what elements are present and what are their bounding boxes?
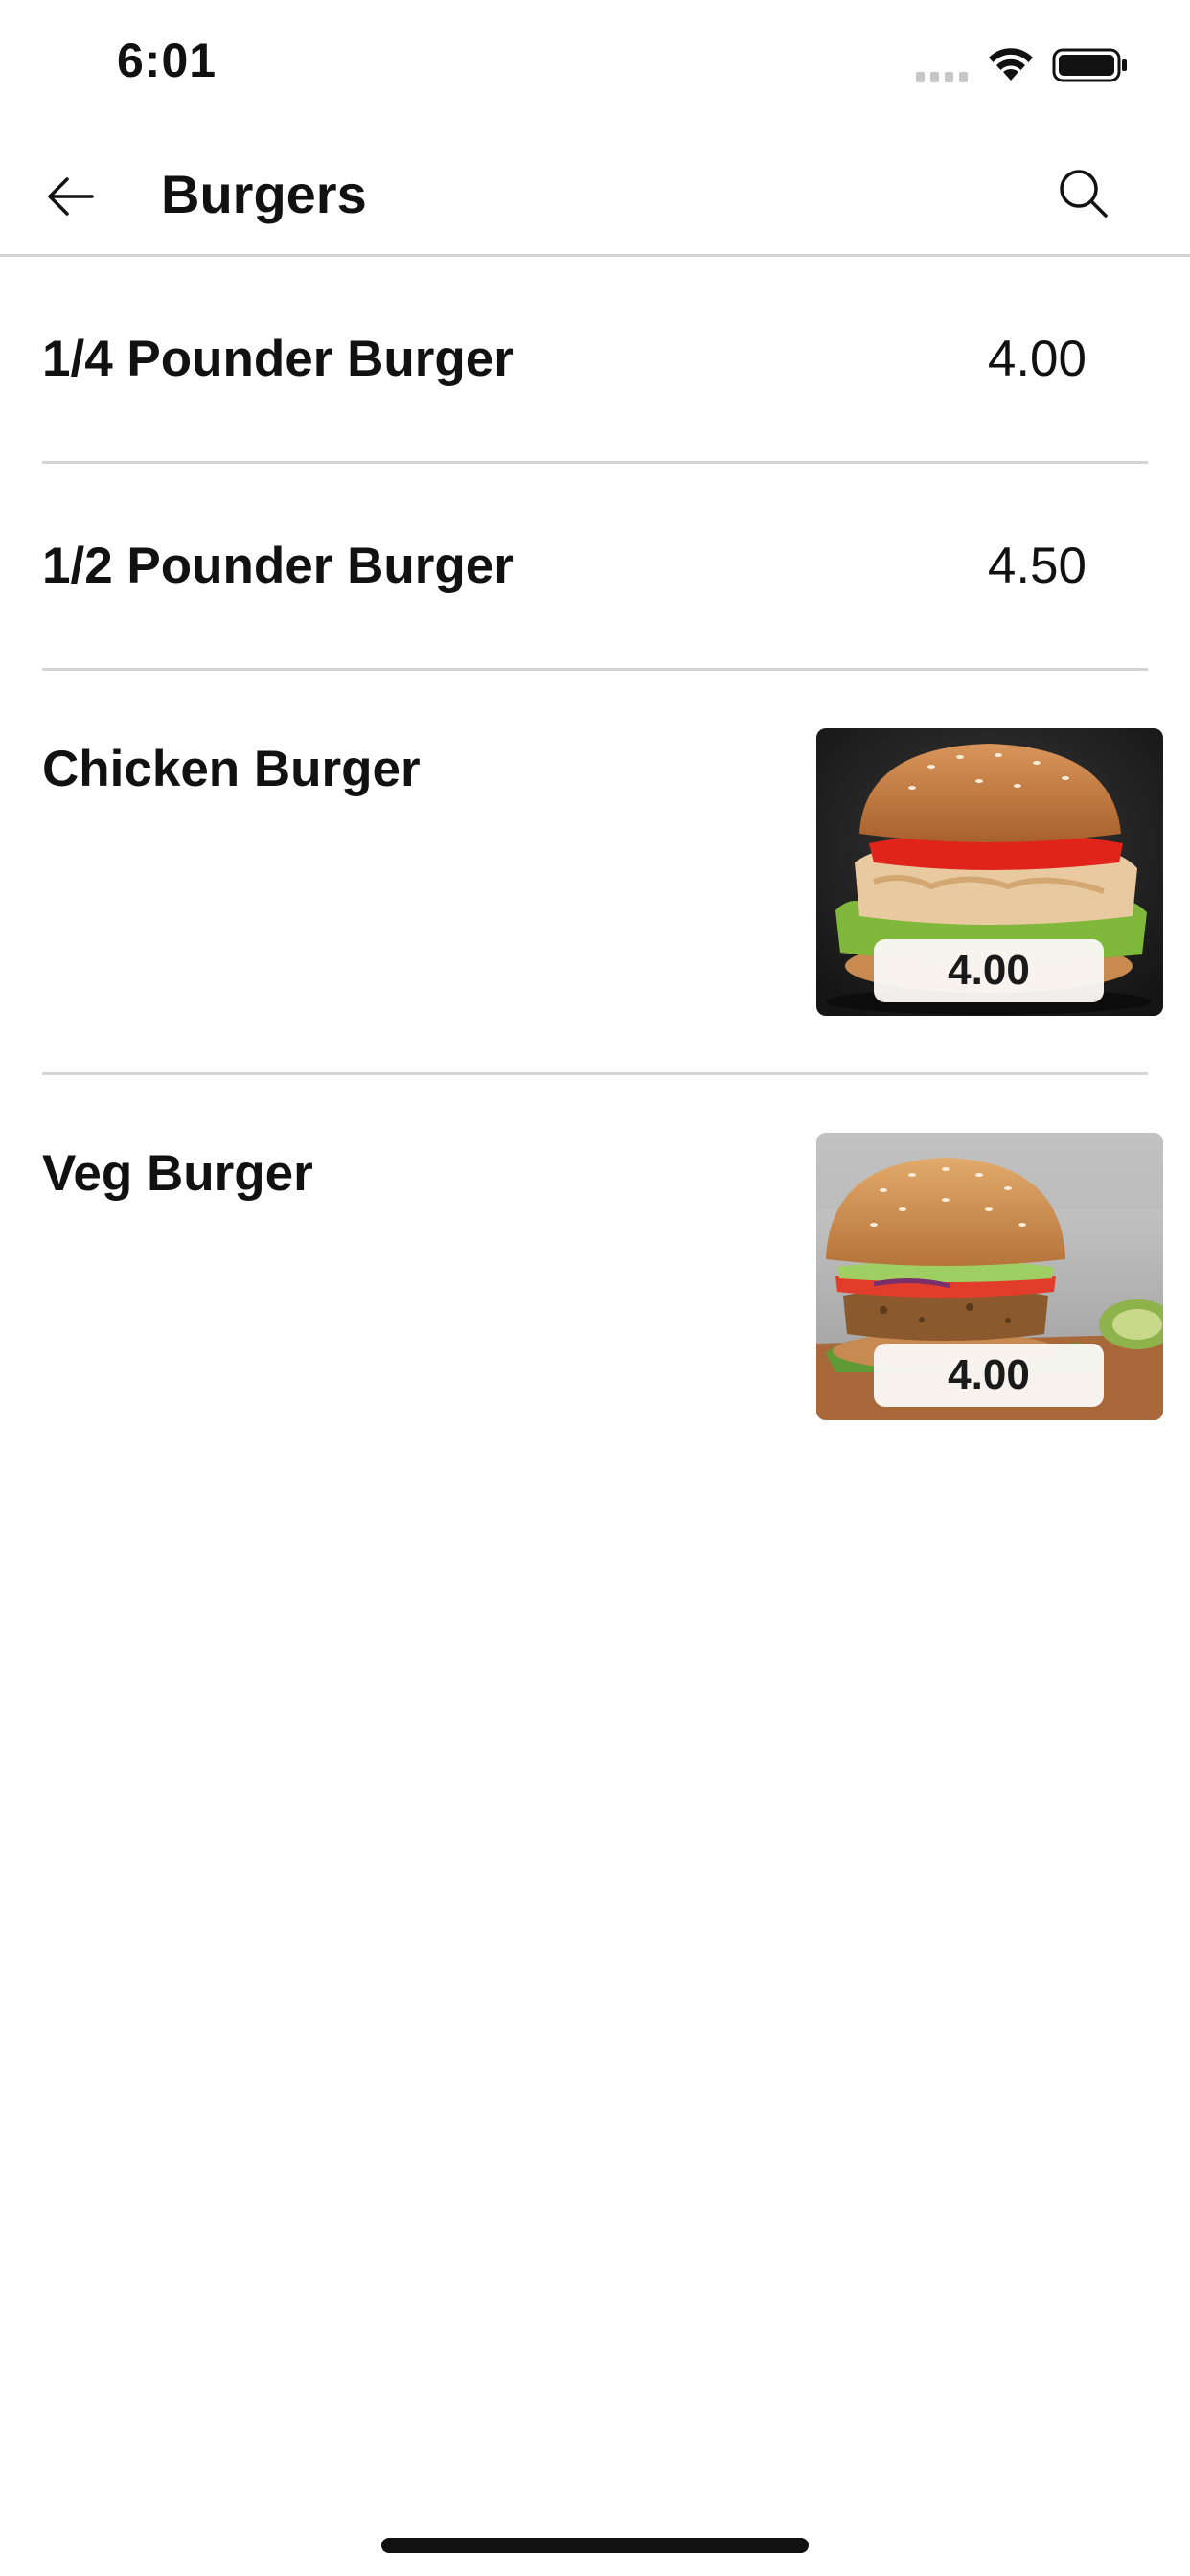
- menu-item-veg-burger[interactable]: Veg Burger 4.00: [42, 1075, 1163, 1480]
- app-header: Burgers: [0, 129, 1190, 257]
- wifi-icon: [989, 48, 1033, 80]
- menu-list: 1/4 Pounder Burger 4.00 1/2 Pounder Burg…: [0, 257, 1190, 1480]
- status-time: 6:01: [117, 34, 217, 87]
- page-title: Burgers: [161, 164, 367, 224]
- item-name: 1/4 Pounder Burger: [42, 331, 514, 387]
- price-badge: 4.00: [874, 1344, 1104, 1407]
- chicken-burger-photo: 4.00: [816, 728, 1163, 1016]
- menu-item-quarter-pounder[interactable]: 1/4 Pounder Burger 4.00: [42, 257, 1148, 464]
- search-icon[interactable]: [1054, 164, 1113, 223]
- battery-icon: [1052, 48, 1127, 82]
- menu-item-chicken-burger[interactable]: Chicken Burger 4.00: [42, 671, 1163, 1075]
- arrow-left-icon[interactable]: [42, 168, 100, 225]
- status-bar: 6:01: [0, 0, 1190, 129]
- item-price: 4.50: [987, 538, 1087, 594]
- item-name: Veg Burger: [42, 1145, 313, 1202]
- burgers-screen: 6:01 Burgers 1/4 Pounder Burger 4.00 1/2…: [0, 0, 1190, 2576]
- price-badge: 4.00: [874, 939, 1104, 1002]
- menu-item-half-pounder[interactable]: 1/2 Pounder Burger 4.50: [42, 464, 1148, 671]
- item-name: Chicken Burger: [42, 741, 421, 797]
- home-indicator[interactable]: [381, 2538, 809, 2553]
- item-name: 1/2 Pounder Burger: [42, 538, 514, 594]
- item-price: 4.00: [987, 331, 1087, 387]
- veg-burger-photo: 4.00: [816, 1133, 1163, 1420]
- cellular-signal-icon: [916, 69, 970, 82]
